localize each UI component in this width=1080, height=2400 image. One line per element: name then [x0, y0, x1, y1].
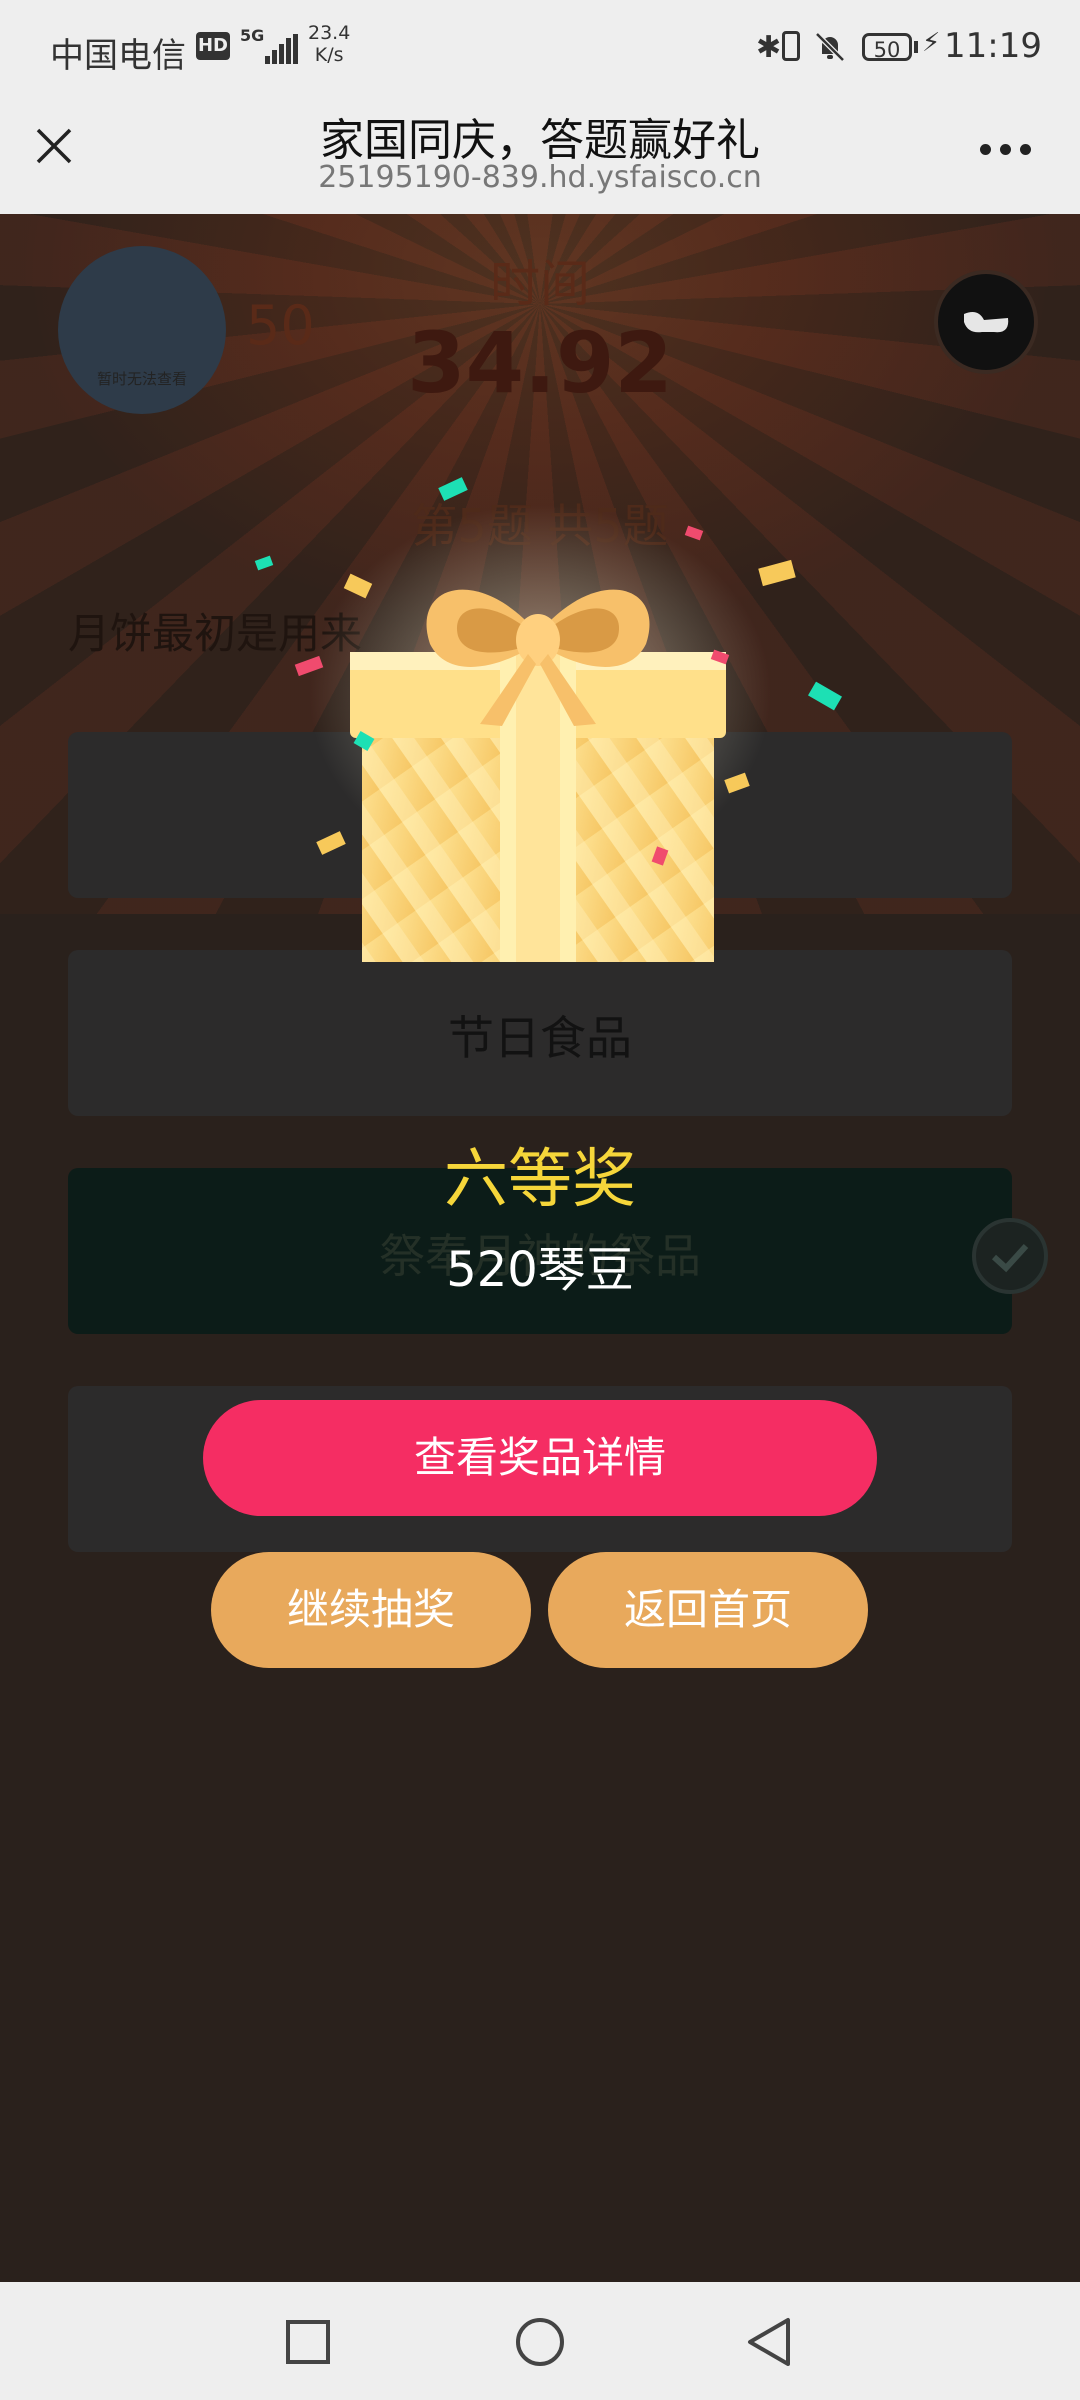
recent-apps-icon[interactable]: [284, 2318, 332, 2366]
network-speed-unit: K/s: [314, 44, 344, 66]
back-icon[interactable]: [744, 2316, 794, 2368]
continue-draw-button[interactable]: 继续抽奖: [211, 1552, 531, 1668]
network-speed-value: 23.4: [308, 22, 351, 44]
bluetooth-icon: ✱: [756, 30, 782, 65]
quiz-page-background: 暂时无法查看 50 时间 34.92 第5题 共5题 月饼最初是用来 节日食品 …: [0, 214, 1080, 2282]
page-url: 25195190-839.hd.ysfaisco.cn: [318, 160, 762, 195]
more-menu-icon[interactable]: [976, 140, 1036, 160]
back-home-button[interactable]: 返回首页: [548, 1552, 868, 1668]
battery-tip: [914, 41, 918, 53]
system-navigation-bar: [0, 2282, 1080, 2400]
prize-level: 六等奖: [444, 1143, 636, 1217]
status-bar: 中国电信 HD 5G 23.4 K/s ✱ 50 ⚡ 11:19: [0, 0, 1080, 90]
signal-icon: [265, 34, 298, 64]
mute-bell-icon: [815, 32, 845, 62]
view-prize-details-button[interactable]: 查看奖品详情: [203, 1400, 877, 1516]
battery-icon: 50: [862, 33, 912, 62]
prize-popup: 六等奖 520琴豆 查看奖品详情 继续抽奖 返回首页: [0, 214, 1080, 2282]
hd-badge: HD: [196, 32, 230, 60]
network-type-label: 5G: [240, 26, 265, 45]
clock: 11:19: [944, 26, 1042, 66]
prize-name: 520琴豆: [446, 1242, 634, 1298]
vibrate-icon: [782, 31, 800, 61]
gift-box-icon: [350, 589, 726, 962]
network-speed: 23.4 K/s: [308, 22, 350, 66]
home-icon[interactable]: [514, 2316, 566, 2368]
carrier-label: 中国电信: [50, 36, 186, 76]
charging-icon: ⚡: [922, 28, 941, 58]
page-title: 家国同庆，答题赢好礼: [320, 115, 760, 166]
browser-title-bar: 家国同庆，答题赢好礼 25195190-839.hd.ysfaisco.cn: [0, 90, 1080, 214]
